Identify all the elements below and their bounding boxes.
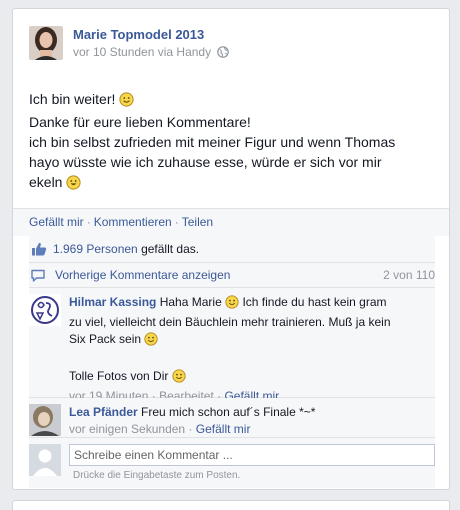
thumbs-up-icon	[31, 242, 47, 259]
separator: ·	[188, 422, 193, 436]
comment-meta: vor einigen Sekunden · Gefällt mir	[69, 421, 435, 438]
post-line-2: Danke für eure lieben Kommentare!	[29, 114, 251, 130]
comment-composer: Drücke die Eingabetaste zum Posten.	[29, 438, 435, 488]
smiley-icon	[66, 175, 81, 195]
comment-author[interactable]: Lea Pfänder	[69, 405, 138, 419]
previous-comments-link[interactable]: Vorherige Kommentare anzeigen	[55, 268, 230, 282]
comment-count: 2 von 110	[383, 268, 435, 282]
post-line-4: hayo wüsste wie ich zuhause esse, würde …	[29, 154, 382, 170]
likes-text: 1.969 Personen gefällt das.	[53, 242, 199, 256]
comment-text: Freu mich schon auf´s Finale *~*	[141, 405, 316, 419]
previous-comments-row: Vorherige Kommentare anzeigen 2 von 110	[29, 263, 435, 288]
comment-input[interactable]	[69, 444, 435, 466]
post-line-5: ekeln	[29, 172, 439, 195]
comment-like-button[interactable]: Gefällt mir	[196, 422, 251, 436]
post-timestamp[interactable]: vor 10 Stunden via Handy	[73, 45, 211, 59]
post-text: Ich bin weiter! Danke für eure lieben Ko…	[29, 89, 439, 195]
comment-item: Lea Pfänder Freu mich schon auf´s Finale…	[29, 398, 435, 438]
smiley-icon	[144, 332, 159, 351]
separator: ·	[174, 215, 179, 229]
next-post-card	[12, 500, 450, 510]
separator: ·	[86, 215, 91, 229]
smiley-icon	[172, 369, 186, 388]
comment-author[interactable]: Hilmar Kassing	[69, 295, 156, 309]
comment-body: Hilmar Kassing Haha Marie Ich finde du h…	[69, 294, 435, 405]
comment-text: Haha Marie	[159, 295, 222, 309]
comment-item: Hilmar Kassing Haha Marie Ich finde du h…	[29, 288, 435, 403]
post-line-3: ich bin selbst zufrieden mit meiner Figu…	[29, 134, 396, 150]
comment-text: Tolle Fotos von Dir	[69, 369, 169, 383]
comment-body: Lea Pfänder Freu mich schon auf´s Finale…	[69, 404, 435, 438]
user-avatar	[29, 444, 61, 476]
post-header: Marie Topmodel 2013 vor 10 Stunden via H…	[29, 26, 429, 62]
comment-text: zu viel, vielleicht dein Bäuchlein mehr …	[69, 315, 391, 329]
likes-suffix: gefällt das.	[141, 242, 200, 256]
composer-hint: Drücke die Eingabetaste zum Posten.	[73, 470, 241, 481]
comment-bubble-icon	[31, 269, 45, 285]
post-meta: vor 10 Stunden via Handy	[73, 45, 230, 61]
globe-icon	[217, 46, 230, 61]
comment-timestamp[interactable]: vor einigen Sekunden	[69, 422, 185, 436]
post-line-1: Ich bin weiter!	[29, 89, 439, 112]
commenter-avatar[interactable]	[29, 294, 61, 326]
author-avatar[interactable]	[29, 26, 63, 60]
comment-text: Six Pack sein	[69, 332, 142, 346]
post-actions-bar: Gefällt mir · Kommentieren · Teilen	[13, 208, 449, 236]
comment-button[interactable]: Kommentieren	[94, 215, 172, 229]
likes-count-link[interactable]: 1.969 Personen	[53, 242, 138, 256]
smiley-icon	[119, 92, 134, 112]
like-button[interactable]: Gefällt mir	[29, 215, 84, 229]
likes-summary: 1.969 Personen gefällt das.	[29, 236, 435, 263]
comment-text: Ich finde du hast kein gram	[242, 295, 387, 309]
feedback-section: 1.969 Personen gefällt das. Vorherige Ko…	[29, 236, 435, 488]
post-card: Marie Topmodel 2013 vor 10 Stunden via H…	[12, 8, 450, 490]
smiley-icon	[225, 295, 239, 314]
share-button[interactable]: Teilen	[182, 215, 213, 229]
post-author-name[interactable]: Marie Topmodel 2013	[73, 27, 204, 42]
commenter-avatar[interactable]	[29, 404, 61, 436]
